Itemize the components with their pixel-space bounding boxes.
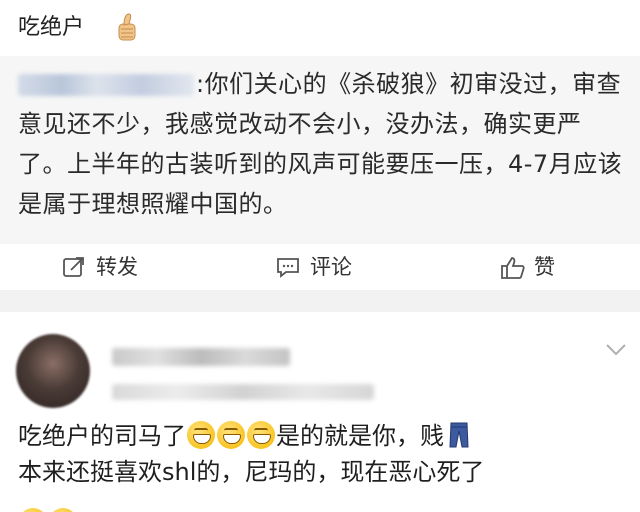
grinning-emoji-icon bbox=[247, 421, 275, 449]
share-icon bbox=[63, 257, 84, 277]
blurred-username bbox=[18, 74, 194, 96]
jeans-emoji-icon bbox=[449, 422, 469, 448]
blurred-comment-meta bbox=[112, 384, 374, 400]
repost-quote[interactable]: :你们关心的《杀破狼》初审没过，审查意见还不少，我感觉改动不会小，没办法，确实更… bbox=[0, 56, 640, 244]
grinning-emoji-icon bbox=[217, 421, 245, 449]
grinning-emoji-icon bbox=[187, 421, 215, 449]
post-header: 吃绝户 bbox=[0, 0, 640, 56]
action-bar: 转发 评论 赞 bbox=[0, 244, 640, 290]
comment-line-2: 本来还挺喜欢shl的，尼玛的，现在恶心死了 bbox=[18, 458, 485, 486]
comment-line-1: 吃绝户的司马了 是的就是你，贱 bbox=[18, 418, 630, 454]
comment-card: 吃绝户的司马了 是的就是你，贱 本来还挺喜欢shl的，尼玛的，现在恶心死了 bbox=[0, 312, 640, 512]
comment-label: 评论 bbox=[310, 255, 352, 279]
post-title: 吃绝户 bbox=[18, 15, 85, 40]
blurred-commenter-name[interactable] bbox=[112, 348, 290, 366]
cropped-emoji-row bbox=[18, 508, 78, 512]
like-button[interactable]: 赞 bbox=[500, 252, 580, 282]
quote-text: :你们关心的《杀破狼》初审没过，审查意见还不少，我感觉改动不会小，没办法，确实更… bbox=[18, 64, 628, 224]
thumbs-up-icon bbox=[118, 13, 136, 41]
repost-label: 转发 bbox=[96, 255, 138, 279]
avatar[interactable] bbox=[16, 334, 90, 408]
section-divider bbox=[0, 290, 640, 312]
comment-line-1-part-2: 是的就是你，贱 bbox=[276, 422, 444, 450]
grinning-emoji-icon bbox=[19, 508, 47, 512]
comment-text: 吃绝户的司马了 是的就是你，贱 本来还挺喜欢shl的，尼玛的，现在恶心死了 bbox=[18, 418, 630, 490]
comment-line-1-part-1: 吃绝户的司马了 bbox=[18, 422, 186, 450]
like-label: 赞 bbox=[534, 255, 555, 279]
repost-button[interactable]: 转发 bbox=[62, 252, 162, 282]
chevron-down-icon[interactable] bbox=[604, 342, 628, 358]
comment-icon bbox=[277, 258, 299, 278]
comment-button[interactable]: 评论 bbox=[276, 252, 376, 282]
grinning-emoji-icon bbox=[49, 508, 77, 512]
like-icon bbox=[501, 257, 525, 279]
